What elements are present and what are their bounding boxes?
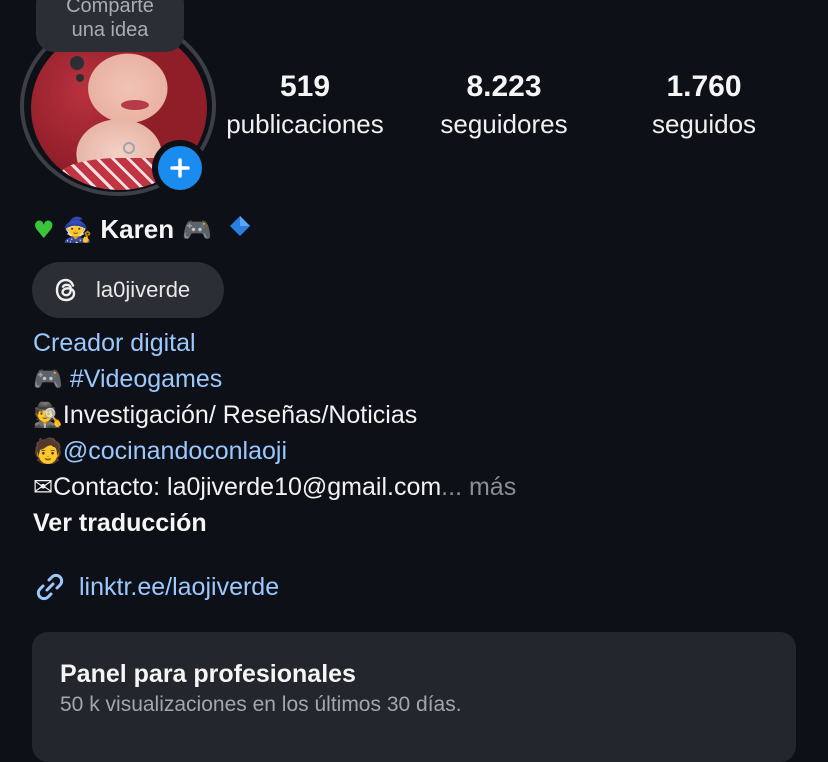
bio-line-1: 🎮 #Videogames bbox=[33, 362, 222, 396]
gamepad-icon: 🎮 bbox=[33, 365, 63, 393]
profile-link-text: linktr.ee/laojiverde bbox=[79, 572, 280, 601]
professional-dashboard-card[interactable]: Panel para profesionales 50 k visualizac… bbox=[32, 632, 796, 762]
blue-diamond-icon bbox=[228, 214, 252, 245]
bio-more-link[interactable]: más bbox=[469, 473, 516, 501]
bio-line-4: ✉Contacto: la0jiverde10@gmail.com... más bbox=[33, 470, 516, 504]
note-line-1: Comparte bbox=[66, 0, 154, 17]
see-translation-button[interactable]: Ver traducción bbox=[33, 506, 207, 540]
avatar-detail bbox=[121, 100, 149, 110]
threads-badge[interactable]: la0jiverde bbox=[32, 262, 224, 318]
threads-handle: la0jiverde bbox=[96, 277, 191, 302]
threads-icon bbox=[55, 278, 76, 302]
detective-icon: 🕵 bbox=[33, 401, 63, 429]
green-heart-icon: ♥ bbox=[33, 215, 55, 244]
add-story-button[interactable] bbox=[152, 140, 208, 196]
profile-name: Karen bbox=[100, 214, 175, 244]
envelope-icon: ✉ bbox=[33, 473, 54, 501]
bio-line-3: 🧑@cocinandoconlaoji bbox=[33, 434, 287, 468]
professional-dashboard-title: Panel para profesionales bbox=[60, 660, 356, 688]
stat-followers-label: seguidores bbox=[440, 109, 568, 139]
stat-following-label: seguidos bbox=[651, 109, 757, 139]
note-line-2: una idea bbox=[71, 19, 149, 41]
profile-name-row: ♥ 🧙 Karen 🎮 bbox=[33, 214, 252, 245]
stat-posts[interactable]: 519 publicaciones bbox=[216, 68, 394, 142]
stat-posts-value: 519 bbox=[279, 70, 331, 103]
professional-dashboard-subtitle: 50 k visualizaciones en los últimos 30 d… bbox=[60, 693, 462, 716]
note-bubble[interactable]: Comparte una idea bbox=[36, 0, 184, 52]
plus-icon bbox=[170, 158, 190, 178]
note-bubble-tail bbox=[76, 74, 84, 82]
bio-line-2: 🕵Investigación/ Reseñas/Noticias bbox=[33, 398, 417, 432]
note-bubble-tail bbox=[70, 56, 84, 70]
bio-ellipsis: ... bbox=[441, 473, 463, 501]
witch-icon: 🧙 bbox=[62, 215, 93, 244]
stat-followers-value: 8.223 bbox=[466, 70, 542, 103]
profile-link[interactable]: linktr.ee/laojiverde bbox=[33, 570, 279, 604]
bio-hashtag[interactable]: #Videogames bbox=[70, 365, 222, 393]
profile-category: Creador digital bbox=[33, 329, 196, 357]
stat-following[interactable]: 1.760 seguidos bbox=[630, 68, 778, 142]
gamepad-icon: 🎮 bbox=[182, 215, 212, 244]
stat-posts-label: publicaciones bbox=[226, 109, 384, 139]
stat-following-value: 1.760 bbox=[666, 70, 742, 103]
stat-followers[interactable]: 8.223 seguidores bbox=[422, 68, 586, 142]
bio-text: Investigación/ Reseñas/Noticias bbox=[62, 401, 418, 429]
bio-contact: Contacto: la0jiverde10@gmail.com bbox=[53, 473, 442, 501]
bio-mention[interactable]: @cocinandoconlaoji bbox=[63, 437, 287, 465]
link-icon bbox=[36, 573, 64, 601]
avatar-detail bbox=[123, 142, 135, 154]
cook-icon: 🧑 bbox=[33, 437, 63, 465]
